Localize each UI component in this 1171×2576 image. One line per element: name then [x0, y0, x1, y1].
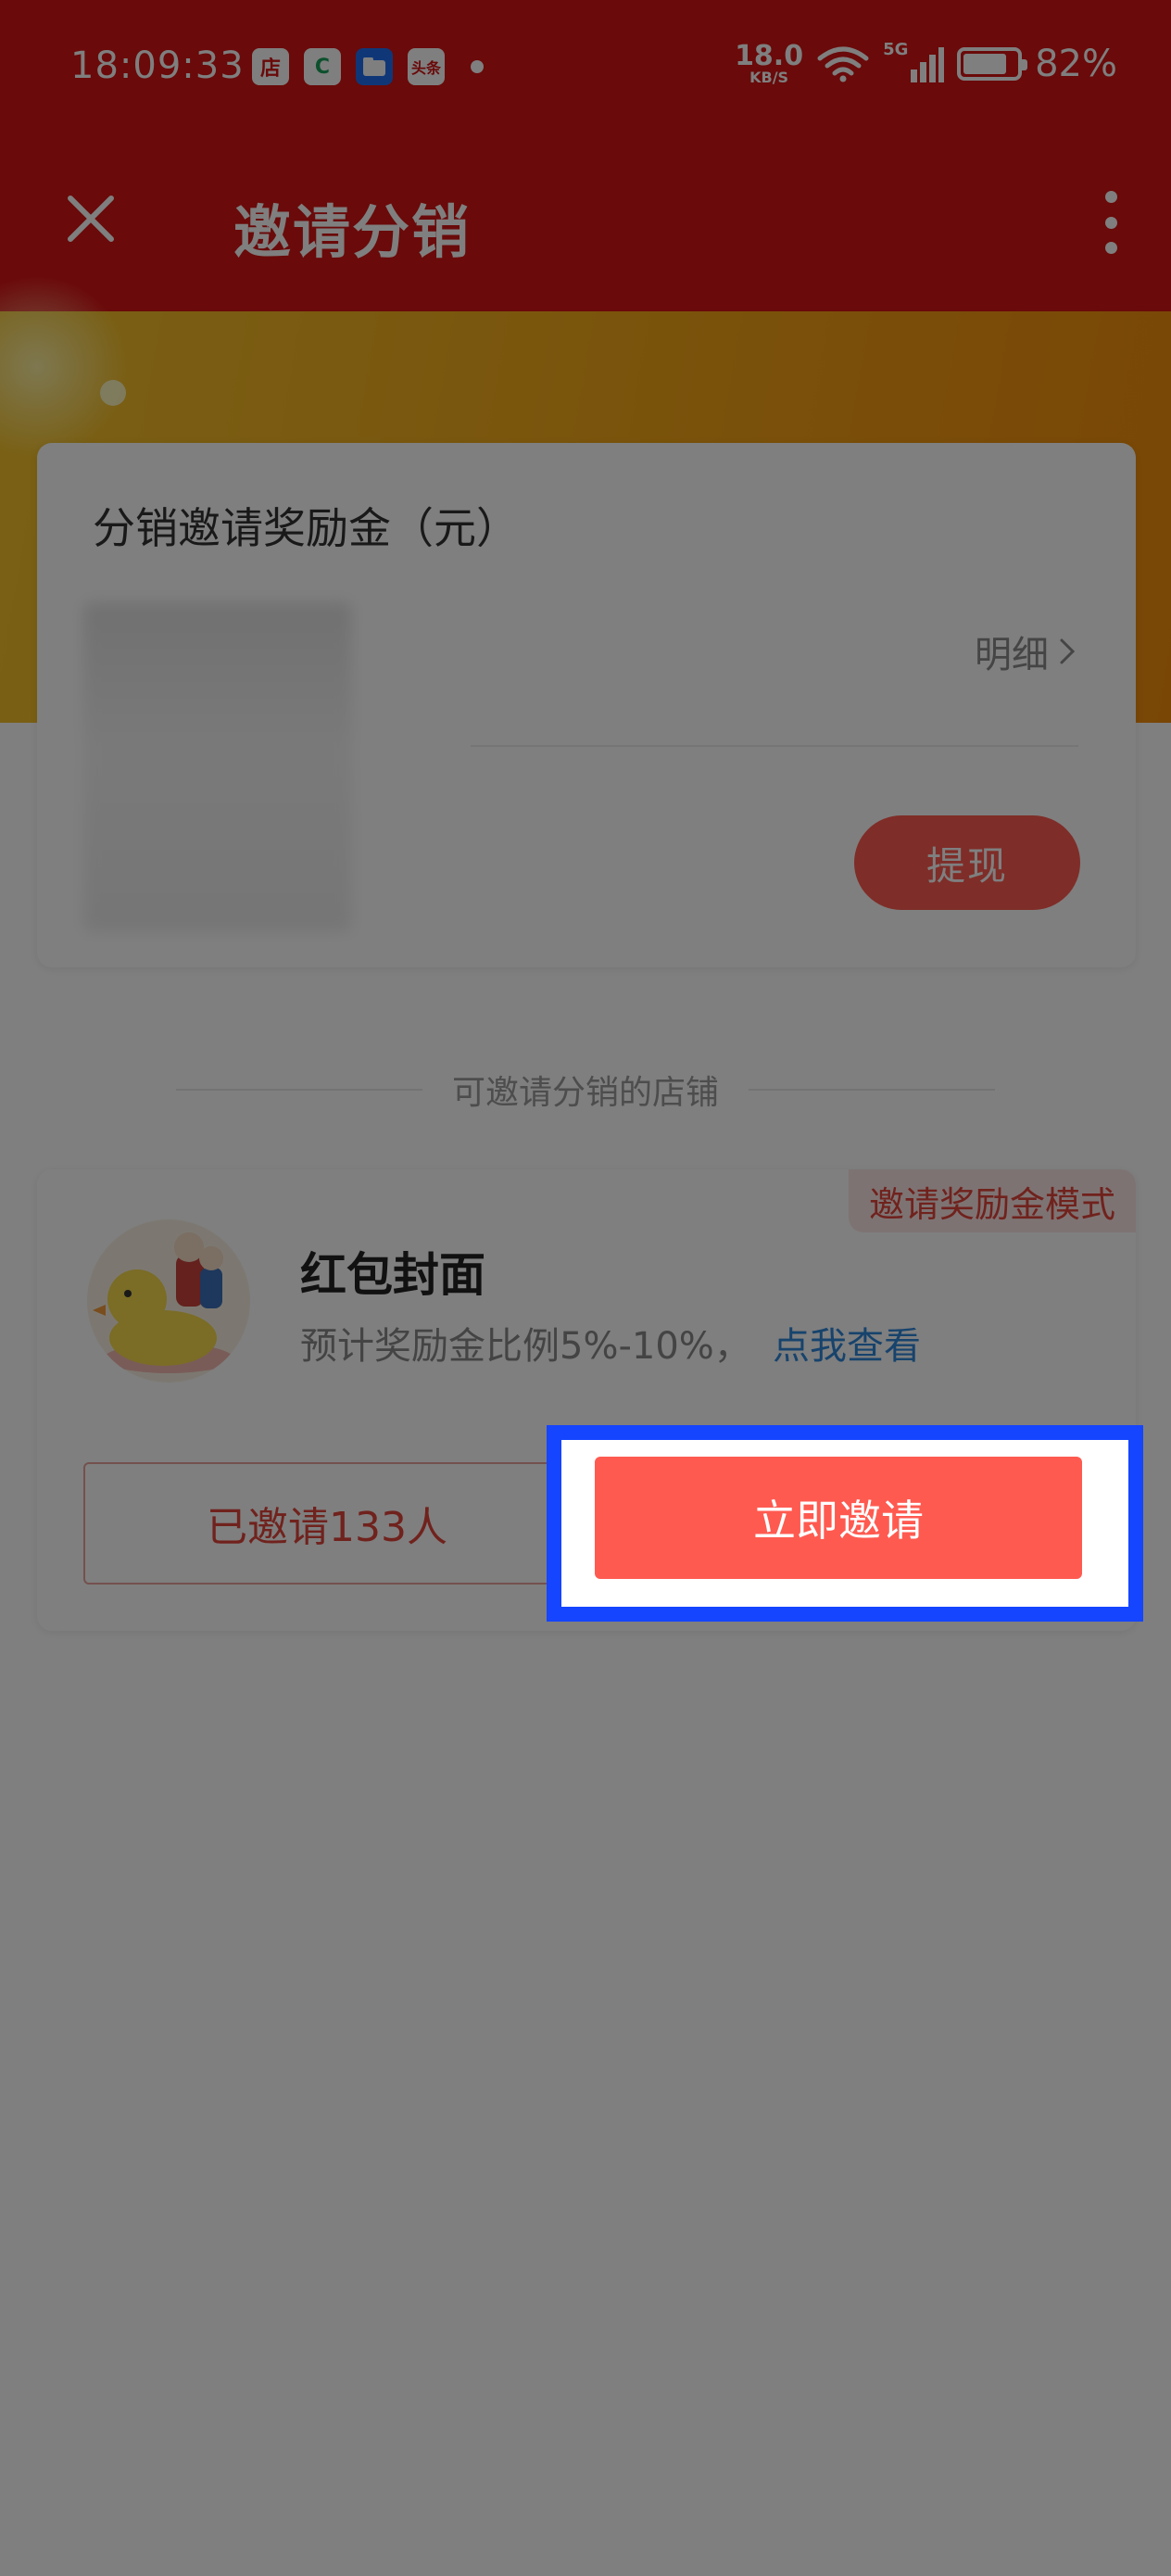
invite-now-button-highlighted[interactable]: 立即邀请 [595, 1457, 1082, 1579]
highlight-frame: 立即邀请 [547, 1425, 1143, 1622]
highlight-inner: 立即邀请 [561, 1440, 1128, 1607]
modal-overlay [0, 0, 1171, 2576]
